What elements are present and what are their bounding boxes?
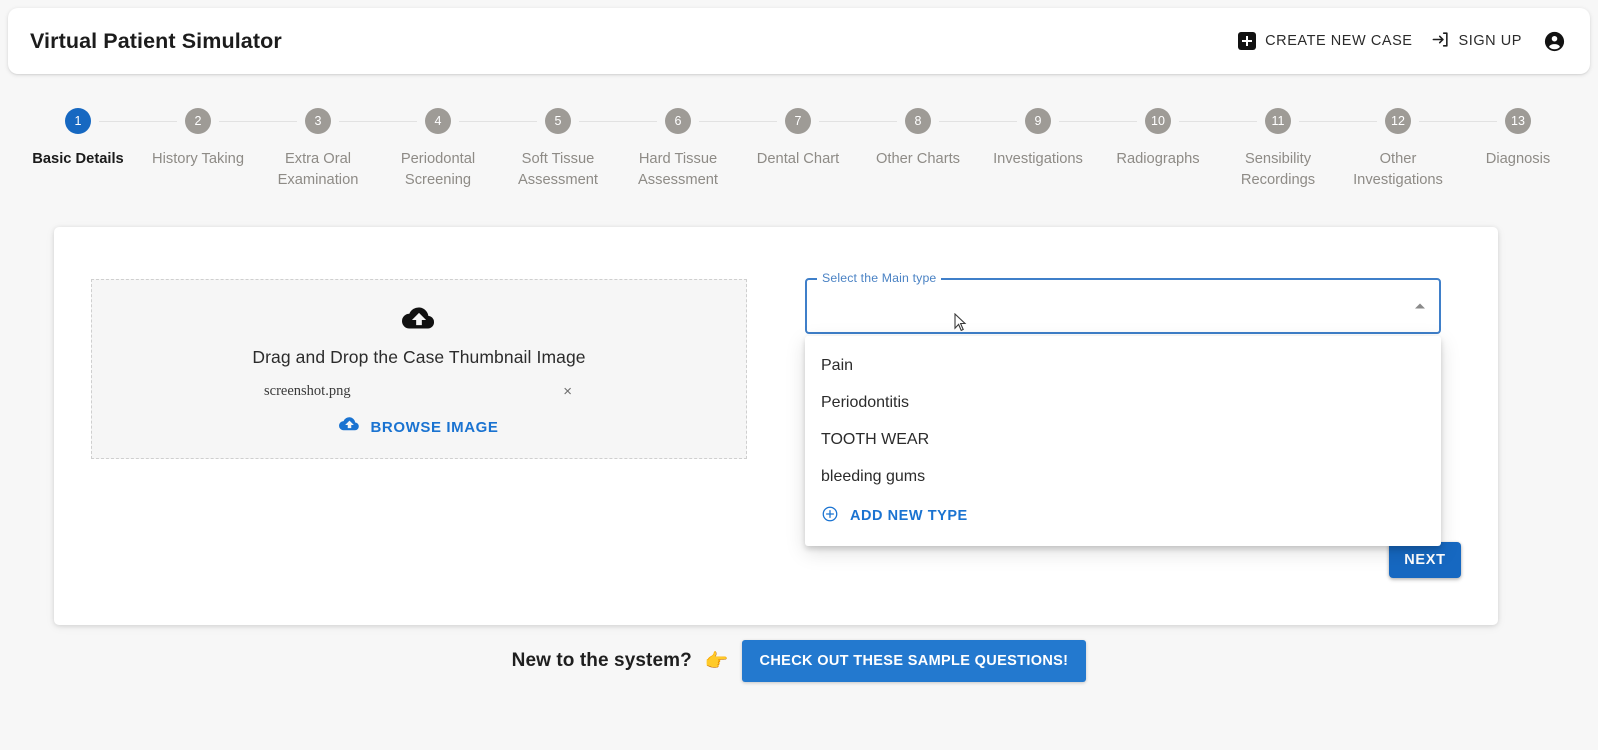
chevron-up-icon[interactable] (1415, 303, 1425, 309)
stepper-label: Hard Tissue Assessment (638, 151, 718, 188)
stepper-number: 4 (425, 108, 451, 134)
menu-item-tooth-wear[interactable]: TOOTH WEAR (805, 421, 1441, 458)
stepper-label: Radiographs (1116, 151, 1200, 167)
stepper-step-1[interactable]: 1 Basic Details (18, 108, 177, 170)
stepper-number: 2 (185, 108, 211, 134)
stepper-connector (699, 121, 777, 122)
add-new-type-button[interactable]: ADD NEW TYPE (805, 495, 1441, 537)
stepper-connector (1299, 121, 1377, 122)
thumbnail-dropzone[interactable]: Drag and Drop the Case Thumbnail Image s… (91, 279, 747, 459)
stepper-connector (819, 121, 897, 122)
menu-item-periodontitis[interactable]: Periodontitis (805, 384, 1441, 421)
stepper-connector (579, 121, 657, 122)
menu-item-pain[interactable]: Pain (805, 347, 1441, 384)
stepper-number: 9 (1025, 108, 1051, 134)
mouse-cursor (954, 312, 967, 337)
stepper-step-2[interactable]: 2 History Taking (138, 108, 297, 170)
sign-up-label: SIGN UP (1458, 33, 1522, 49)
account-circle-icon[interactable] (1543, 30, 1566, 53)
stepper-label: Soft Tissue Assessment (518, 151, 598, 188)
browse-image-label: BROWSE IMAGE (370, 418, 499, 436)
stepper-step-8[interactable]: 8 Other Charts (858, 108, 1017, 170)
main-type-select-wrapper: Select the Main type (805, 271, 1441, 337)
login-arrow-icon (1431, 30, 1450, 53)
plus-box-icon (1238, 32, 1257, 50)
create-new-case-label: CREATE NEW CASE (1265, 33, 1413, 49)
browse-image-button[interactable]: BROWSE IMAGE (333, 416, 504, 438)
stepper-number: 3 (305, 108, 331, 134)
stepper-connector (1059, 121, 1137, 122)
menu-item-bleeding-gums[interactable]: bleeding gums (805, 458, 1441, 495)
stepper-step-13[interactable]: 13 Diagnosis (1458, 108, 1578, 170)
main-type-select[interactable]: Select the Main type (805, 271, 1441, 337)
cloud-upload-icon (339, 417, 360, 437)
next-button[interactable]: NEXT (1389, 542, 1461, 578)
close-icon[interactable]: × (561, 384, 574, 399)
stepper-connector (939, 121, 1017, 122)
stepper-step-10[interactable]: 10 Radiographs (1098, 108, 1257, 170)
stepper-label: Dental Chart (756, 151, 840, 167)
stepper-number: 1 (65, 108, 91, 134)
main-type-dropdown-menu: Pain Periodontitis TOOTH WEAR bleeding g… (805, 336, 1441, 546)
stepper-label: Diagnosis (1485, 151, 1551, 167)
plus-circle-icon (821, 505, 839, 527)
footer-prompt: New to the system? (511, 650, 692, 671)
stepper-connector (1419, 121, 1497, 122)
stepper-number: 11 (1265, 108, 1291, 134)
stepper-number: 6 (665, 108, 691, 134)
stepper-step-7[interactable]: 7 Dental Chart (738, 108, 897, 170)
stepper-number: 13 (1505, 108, 1531, 134)
stepper-label: Other Investigations (1353, 151, 1443, 188)
stepper-label: Extra Oral Examination (277, 151, 359, 188)
stepper-number: 8 (905, 108, 931, 134)
stepper-number: 12 (1385, 108, 1411, 134)
stepper-connector (99, 121, 177, 122)
stepper-connector (219, 121, 297, 122)
stepper-connector (1179, 121, 1257, 122)
cloud-upload-icon (402, 307, 436, 338)
add-new-type-label: ADD NEW TYPE (850, 508, 968, 524)
stepper-step-9[interactable]: 9 Investigations (978, 108, 1137, 170)
stepper-number: 10 (1145, 108, 1171, 134)
stepper-connector (339, 121, 417, 122)
header-actions: CREATE NEW CASE SIGN UP (1229, 24, 1566, 59)
footer-cta: New to the system? 👉 CHECK OUT THESE SAM… (0, 640, 1598, 682)
page-title: Virtual Patient Simulator (30, 28, 282, 53)
app-header: Virtual Patient Simulator CREATE NEW CAS… (8, 8, 1590, 74)
stepper-connector (459, 121, 537, 122)
stepper-label: Other Charts (875, 151, 961, 167)
uploaded-file-name: screenshot.png (264, 383, 351, 399)
dropzone-title: Drag and Drop the Case Thumbnail Image (252, 347, 586, 367)
main-type-select-label: Select the Main type (817, 271, 942, 285)
sign-up-button[interactable]: SIGN UP (1422, 24, 1531, 59)
uploaded-file-row: screenshot.png × (264, 383, 574, 400)
stepper-label: Sensibility Recordings (1240, 151, 1316, 188)
stepper-label: History Taking (152, 151, 244, 167)
stepper-label: Basic Details (32, 151, 124, 167)
stepper-number: 5 (545, 108, 571, 134)
stepper-label: Periodontal Screening (400, 151, 476, 188)
create-new-case-button[interactable]: CREATE NEW CASE (1229, 26, 1421, 56)
stepper-label: Investigations (993, 151, 1083, 167)
sample-questions-button[interactable]: CHECK OUT THESE SAMPLE QUESTIONS! (741, 640, 1087, 682)
wizard-stepper: 1 Basic Details 2 History Taking 3 Extra… (18, 108, 1578, 191)
stepper-number: 7 (785, 108, 811, 134)
pointing-right-hand-icon: 👉 (704, 650, 729, 672)
